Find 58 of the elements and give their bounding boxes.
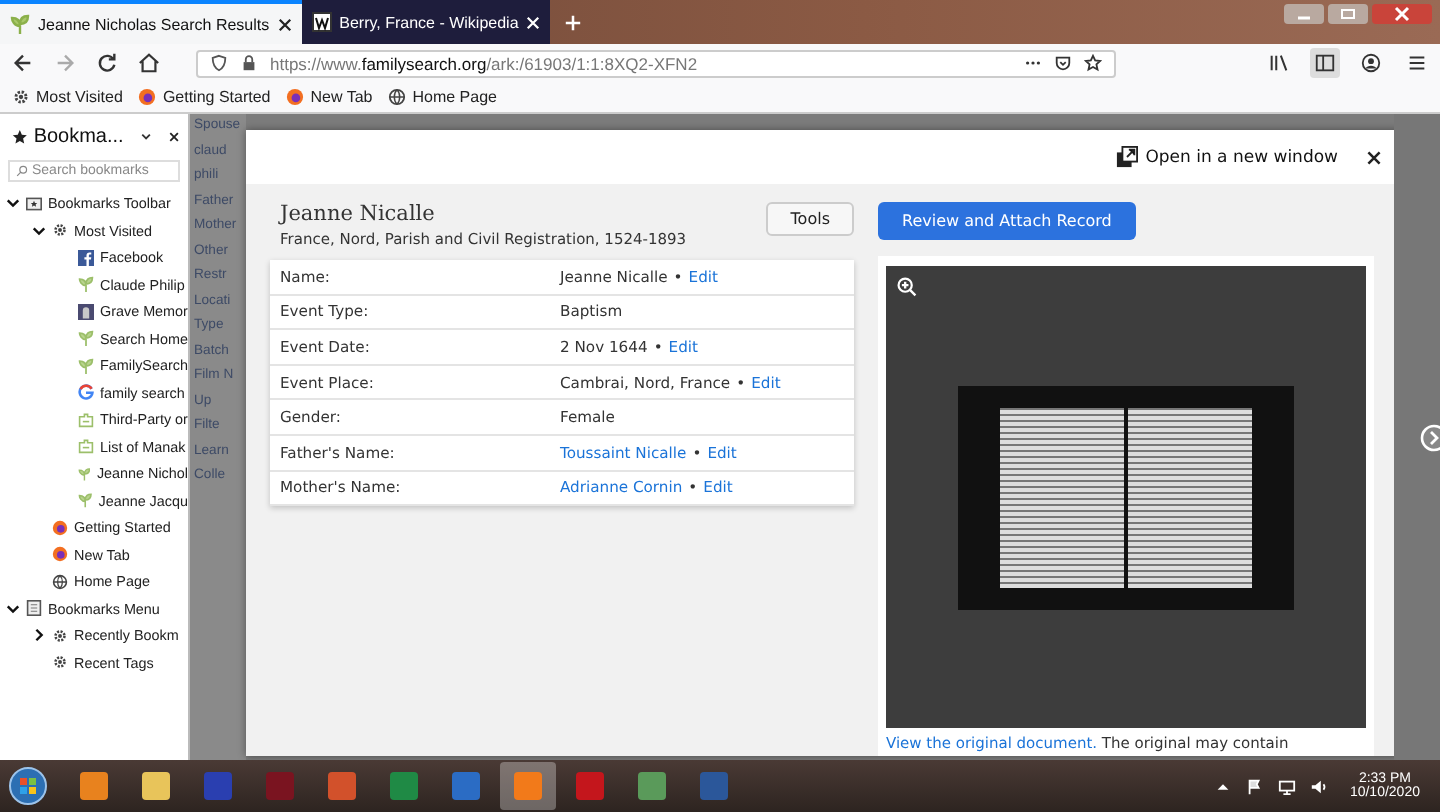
bookmark-link[interactable]: Home Page (388, 88, 497, 106)
tree-icon (78, 465, 91, 482)
star-icon[interactable] (1084, 54, 1102, 72)
chevron-icon[interactable] (139, 130, 152, 144)
account-icon[interactable] (1356, 48, 1386, 78)
monitor-icon[interactable] (1277, 777, 1296, 795)
facebook-icon (78, 249, 94, 266)
speaker-icon[interactable] (1309, 777, 1328, 795)
close-icon[interactable] (277, 17, 292, 31)
folder-icon (26, 600, 42, 617)
folder-icon (26, 195, 42, 212)
pocket-icon[interactable] (1054, 54, 1072, 72)
browser-tab[interactable]: Berry, France - Wikipedia (301, 0, 551, 44)
browser-tab[interactable]: Jeanne Nicholas Search Results (0, 0, 302, 44)
new-window-icon[interactable] (1115, 146, 1138, 168)
firefox-icon (286, 88, 305, 106)
image-viewer[interactable] (886, 266, 1366, 728)
tree-icon (78, 357, 94, 374)
globe-icon (388, 88, 407, 106)
record-title: Jeanne Nicalle (280, 202, 437, 226)
new-tab-icon[interactable] (564, 13, 583, 31)
bookmark-link[interactable]: Getting Started (138, 88, 271, 106)
chevron-icon[interactable] (32, 223, 46, 238)
home-icon[interactable] (134, 48, 164, 78)
star-icon (12, 128, 28, 146)
tree-icon (78, 276, 94, 293)
gear-icon (12, 88, 30, 106)
maximize-icon[interactable] (1328, 4, 1368, 24)
minimize-icon[interactable] (1284, 4, 1324, 24)
tree-icon (10, 14, 30, 34)
tools-button[interactable]: Tools (766, 202, 854, 236)
bookmark-link[interactable]: Most Visited (12, 88, 123, 106)
shield-icon (210, 54, 228, 72)
chevron-icon[interactable] (6, 601, 20, 616)
firefox-icon (138, 88, 157, 106)
close-icon[interactable] (1366, 149, 1382, 165)
sidebar-title[interactable]: Bookma... (33, 126, 124, 148)
search-icon (16, 164, 28, 178)
start-button-icon[interactable] (8, 766, 48, 806)
lock-icon (240, 54, 258, 72)
google-icon (78, 384, 94, 401)
globe-icon (52, 573, 68, 590)
gear-icon (52, 222, 68, 239)
sidebar-icon[interactable] (1310, 48, 1340, 78)
gravestone-icon (78, 303, 94, 320)
open-new-window-link[interactable]: Open in a new window (1145, 147, 1338, 167)
flag-icon[interactable] (1245, 777, 1264, 795)
chevron-icon[interactable] (32, 628, 46, 643)
close-icon[interactable] (167, 130, 180, 144)
wiki-icon (311, 12, 332, 32)
next-arrow-icon[interactable] (1420, 423, 1440, 451)
tree-icon (78, 330, 94, 347)
zoom-in-icon[interactable] (896, 276, 918, 298)
address-bar[interactable]: https://www.familysearch.org/ark:/61903/1:1:8XQ2-XFN2 (196, 49, 1116, 77)
chevron-icon[interactable] (6, 196, 20, 211)
bookmark-link[interactable]: New Tab (286, 88, 373, 106)
review-attach-button[interactable]: Review and Attach Record (878, 202, 1136, 240)
tree-icon (78, 492, 93, 509)
